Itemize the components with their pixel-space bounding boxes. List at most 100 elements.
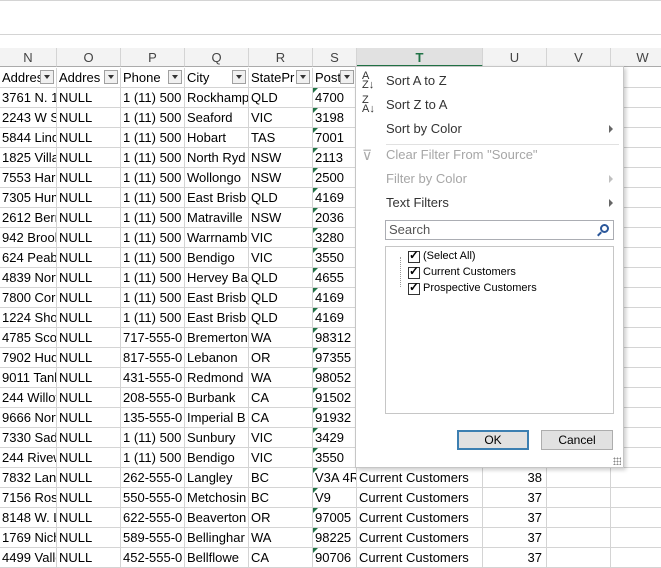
table-header-cell[interactable]: Phone: [121, 68, 185, 88]
filter-dropdown-button[interactable]: [296, 70, 310, 84]
cell[interactable]: NULL: [57, 528, 121, 548]
cell[interactable]: 98052: [313, 368, 357, 388]
cell[interactable]: 7800 Corri: [0, 288, 57, 308]
cell[interactable]: 9666 North: [0, 408, 57, 428]
cell[interactable]: 7902 Huds: [0, 348, 57, 368]
cell[interactable]: Current Customers: [357, 508, 483, 528]
cell[interactable]: East Brisb: [185, 288, 249, 308]
prospective-customers-label[interactable]: Prospective Customers: [423, 282, 537, 294]
cell[interactable]: [611, 528, 661, 548]
cell[interactable]: Beaverton: [185, 508, 249, 528]
cell[interactable]: 817-555-0: [121, 348, 185, 368]
column-header-t[interactable]: T: [357, 48, 483, 67]
cell[interactable]: NULL: [57, 188, 121, 208]
cell[interactable]: Imperial B: [185, 408, 249, 428]
cell[interactable]: 4169: [313, 288, 357, 308]
cell[interactable]: 1 (11) 500: [121, 208, 185, 228]
cell[interactable]: [611, 548, 661, 568]
cell[interactable]: NULL: [57, 108, 121, 128]
cell[interactable]: 38: [483, 468, 547, 488]
column-header-n[interactable]: N: [0, 48, 57, 67]
cell[interactable]: Lebanon: [185, 348, 249, 368]
cell[interactable]: WA: [249, 368, 313, 388]
cell[interactable]: VIC: [249, 108, 313, 128]
cell[interactable]: Seaford: [185, 108, 249, 128]
cell[interactable]: Warrnamb: [185, 228, 249, 248]
column-header-q[interactable]: Q: [185, 48, 249, 67]
cell[interactable]: 1825 Villa: [0, 148, 57, 168]
cell[interactable]: NULL: [57, 248, 121, 268]
filter-value-list[interactable]: (Select All) Current Customers Prospecti…: [385, 246, 614, 414]
cell[interactable]: NSW: [249, 208, 313, 228]
cell[interactable]: NSW: [249, 168, 313, 188]
cell[interactable]: NULL: [57, 508, 121, 528]
cell[interactable]: 1 (11) 500: [121, 268, 185, 288]
cell[interactable]: Current Customers: [357, 548, 483, 568]
cell[interactable]: 452-555-0: [121, 548, 185, 568]
cell[interactable]: 4839 North: [0, 268, 57, 288]
cell[interactable]: V9: [313, 488, 357, 508]
cell[interactable]: Wollongo: [185, 168, 249, 188]
cell[interactable]: 3198: [313, 108, 357, 128]
cell[interactable]: [611, 508, 661, 528]
select-all-checkbox[interactable]: [408, 248, 420, 263]
cell[interactable]: NULL: [57, 228, 121, 248]
cancel-button[interactable]: Cancel: [541, 430, 613, 450]
cell[interactable]: QLD: [249, 88, 313, 108]
cell[interactable]: NULL: [57, 128, 121, 148]
table-header-cell[interactable]: City: [185, 68, 249, 88]
column-header-o[interactable]: O: [57, 48, 121, 67]
cell[interactable]: NULL: [57, 168, 121, 188]
cell[interactable]: 1 (11) 500: [121, 128, 185, 148]
cell[interactable]: 244 Rivew: [0, 448, 57, 468]
cell[interactable]: 2612 Berry: [0, 208, 57, 228]
cell[interactable]: [547, 528, 611, 548]
cell[interactable]: Rockhamp: [185, 88, 249, 108]
search-input[interactable]: Search: [385, 220, 614, 240]
cell[interactable]: 37: [483, 528, 547, 548]
cell[interactable]: 3280: [313, 228, 357, 248]
cell[interactable]: Bellinghar: [185, 528, 249, 548]
prospective-customers-checkbox[interactable]: [408, 280, 420, 295]
cell[interactable]: WA: [249, 328, 313, 348]
cell[interactable]: VIC: [249, 248, 313, 268]
cell[interactable]: Hervey Ba: [185, 268, 249, 288]
cell[interactable]: CA: [249, 408, 313, 428]
cell[interactable]: Burbank: [185, 388, 249, 408]
cell[interactable]: 244 Willov: [0, 388, 57, 408]
cell[interactable]: 4655: [313, 268, 357, 288]
cell[interactable]: Matraville: [185, 208, 249, 228]
cell[interactable]: QLD: [249, 268, 313, 288]
cell[interactable]: 7305 Hum: [0, 188, 57, 208]
cell[interactable]: [547, 468, 611, 488]
cell[interactable]: 97355: [313, 348, 357, 368]
cell[interactable]: NULL: [57, 368, 121, 388]
cell[interactable]: Current Customers: [357, 528, 483, 548]
filter-dropdown-button[interactable]: [168, 70, 182, 84]
cell[interactable]: NULL: [57, 488, 121, 508]
cell[interactable]: NULL: [57, 468, 121, 488]
cell[interactable]: OR: [249, 508, 313, 528]
cell[interactable]: NULL: [57, 328, 121, 348]
cell[interactable]: 622-555-0: [121, 508, 185, 528]
cell[interactable]: [547, 508, 611, 528]
cell[interactable]: 97005: [313, 508, 357, 528]
cell[interactable]: 3550: [313, 248, 357, 268]
current-customers-checkbox[interactable]: [408, 264, 420, 279]
cell[interactable]: 1 (11) 500: [121, 428, 185, 448]
cell[interactable]: 1 (11) 500: [121, 248, 185, 268]
text-filters-item[interactable]: Text Filters: [356, 191, 623, 215]
table-header-cell[interactable]: StatePr: [249, 68, 313, 88]
cell[interactable]: 1769 Niche: [0, 528, 57, 548]
sort-z-to-a-item[interactable]: Z A↓ Sort Z to A: [356, 93, 623, 117]
cell[interactable]: VIC: [249, 428, 313, 448]
cell[interactable]: WA: [249, 528, 313, 548]
cell[interactable]: Hobart: [185, 128, 249, 148]
cell[interactable]: [547, 488, 611, 508]
column-header-r[interactable]: R: [249, 48, 313, 67]
cell[interactable]: 1 (11) 500: [121, 88, 185, 108]
cell[interactable]: 7330 Sadd: [0, 428, 57, 448]
current-customers-label[interactable]: Current Customers: [423, 266, 516, 278]
ok-button[interactable]: OK: [457, 430, 529, 450]
cell[interactable]: CA: [249, 388, 313, 408]
